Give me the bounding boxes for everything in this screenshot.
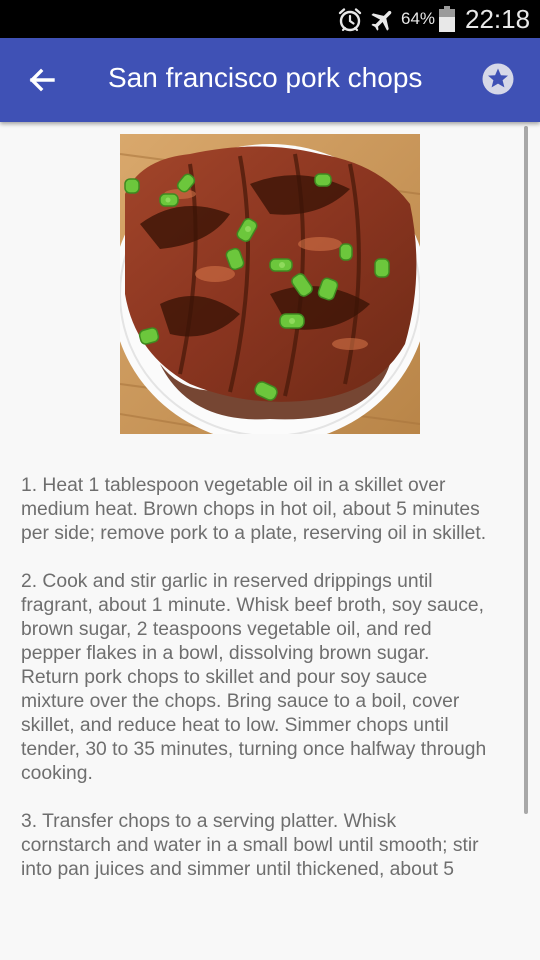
airplane-mode-icon: [371, 10, 392, 31]
page-title: San francisco pork chops: [108, 62, 423, 93]
app-bar: San francisco pork chops: [0, 38, 540, 122]
battery-icon: [439, 6, 455, 32]
back-arrow-icon[interactable]: [24, 62, 60, 98]
recipe-photo: [120, 134, 420, 434]
recipe-content[interactable]: 1. Heat 1 tablespoon vegetable oil in a …: [0, 122, 540, 960]
alarm-icon: [338, 8, 362, 32]
favorite-star-icon[interactable]: [481, 62, 515, 96]
scrollbar[interactable]: [524, 126, 528, 814]
status-clock: 22:18: [465, 4, 531, 34]
status-bar: 64% 22:18: [0, 0, 540, 38]
recipe-instructions: 1. Heat 1 tablespoon vegetable oil in a …: [21, 475, 487, 880]
battery-percent: 64%: [401, 9, 436, 28]
